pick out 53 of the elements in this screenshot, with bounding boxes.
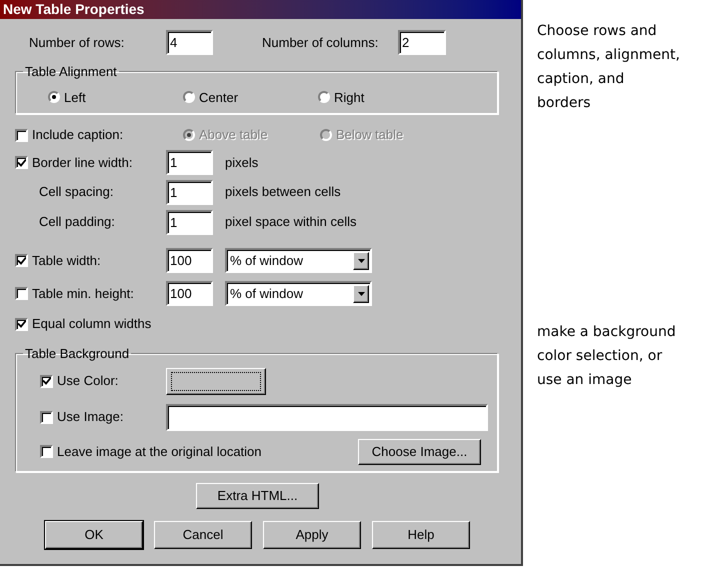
min-height-input[interactable]: 100 bbox=[166, 281, 213, 306]
radio-button[interactable] bbox=[183, 91, 195, 104]
checkbox[interactable] bbox=[15, 287, 28, 300]
group-title: Table Alignment bbox=[24, 63, 118, 81]
unit-label: pixel space within cells bbox=[225, 213, 357, 232]
cell-padding-input[interactable]: 1 bbox=[166, 210, 213, 234]
choose-image-button[interactable]: Choose Image... bbox=[358, 438, 481, 464]
radio-label: Left bbox=[64, 88, 86, 106]
dialog-button[interactable]: Help bbox=[372, 521, 470, 549]
checkbox[interactable] bbox=[40, 445, 53, 458]
checkbox[interactable] bbox=[15, 318, 28, 330]
checkbox-label: Leave image at the original location bbox=[57, 442, 262, 461]
checkbox-label: Table width: bbox=[32, 252, 101, 270]
field-label: Cell spacing: bbox=[39, 183, 114, 202]
cell-spacing-input[interactable]: 1 bbox=[166, 180, 213, 204]
annotation-text: make a background color selection, or use an image bbox=[537, 323, 677, 390]
image-path-input[interactable] bbox=[166, 404, 488, 430]
dialog-button[interactable]: Cancel bbox=[154, 521, 252, 549]
field-label: Number of columns: bbox=[262, 34, 380, 52]
group-title: Table Background bbox=[24, 345, 130, 363]
columns-input[interactable]: 2 bbox=[398, 30, 446, 55]
radio-button[interactable] bbox=[48, 91, 60, 104]
checkbox[interactable] bbox=[40, 374, 53, 388]
table-width-input[interactable]: 100 bbox=[166, 248, 213, 273]
checkbox[interactable] bbox=[15, 156, 28, 169]
annotation-text: Choose rows and columns, alignment, caption, and borders bbox=[537, 22, 680, 113]
extra-html-button[interactable]: Extra HTML... bbox=[196, 483, 319, 509]
checkbox-label: Include caption: bbox=[32, 126, 124, 144]
unit-dropdown[interactable]: % of window bbox=[225, 281, 372, 306]
checkbox-label: Table min. height: bbox=[32, 284, 134, 303]
checkbox-label: Use Color: bbox=[57, 372, 118, 390]
radio-label: Right bbox=[334, 88, 364, 107]
checkbox-label: Border line width: bbox=[32, 154, 132, 172]
border-width-input[interactable]: 1 bbox=[166, 150, 213, 175]
window-title: New Table Properties bbox=[0, 0, 521, 19]
color-picker-button[interactable] bbox=[166, 368, 266, 394]
radio-label: Below table bbox=[336, 126, 404, 144]
checkbox[interactable] bbox=[15, 254, 28, 267]
dialog-button[interactable]: OK bbox=[45, 521, 143, 549]
field-label: Number of rows: bbox=[29, 34, 126, 52]
checkbox-label: Equal column widths bbox=[32, 315, 152, 334]
dialog-button[interactable]: Apply bbox=[263, 521, 361, 549]
unit-label: pixels between cells bbox=[225, 183, 341, 202]
checkbox-label: Use Image: bbox=[57, 408, 124, 426]
unit-label: pixels bbox=[225, 154, 258, 172]
radio-label: Above table bbox=[199, 126, 268, 144]
field-label: Cell padding: bbox=[39, 213, 116, 232]
rows-input[interactable]: 4 bbox=[166, 30, 213, 55]
radio-button[interactable] bbox=[318, 91, 330, 104]
unit-dropdown[interactable]: % of window bbox=[225, 248, 372, 273]
radio-label: Center bbox=[199, 88, 238, 106]
checkbox[interactable] bbox=[40, 410, 53, 424]
checkbox[interactable] bbox=[15, 128, 28, 142]
